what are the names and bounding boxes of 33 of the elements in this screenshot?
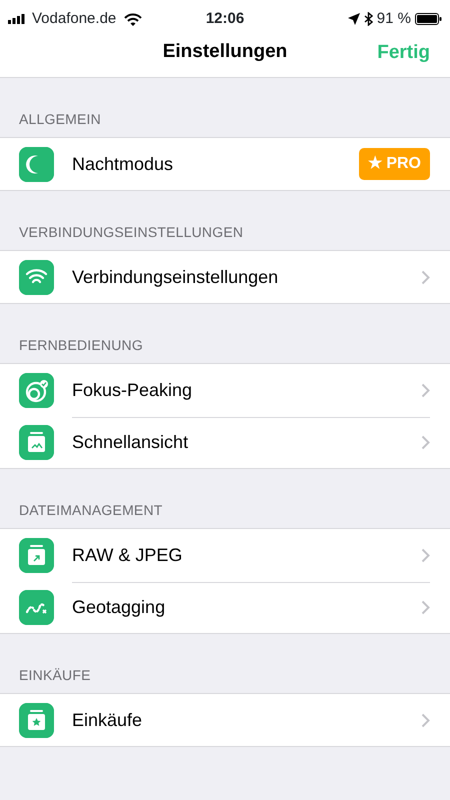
route-icon — [19, 590, 54, 624]
row-label: Nachtmodus — [72, 152, 174, 176]
section-header: FERNBEDIENUNG — [19, 336, 143, 355]
section-header: EINKÄUFE — [19, 666, 91, 685]
gallery-icon — [19, 424, 54, 460]
carrier-name: Vodafone.de — [32, 8, 116, 29]
nav-title: Einstellungen — [162, 40, 288, 64]
bluetooth-icon — [364, 12, 373, 26]
chevron-icon — [421, 270, 430, 284]
status-time: 12:06 — [206, 8, 244, 29]
section-header: VERBINDUNGSEINSTELLUNGEN — [19, 223, 244, 242]
export-icon — [19, 538, 54, 572]
wifi-icon — [19, 260, 54, 294]
section-header: ALLGEMEIN — [19, 110, 101, 129]
section-header: DATEIMANAGEMENT — [19, 501, 163, 520]
pro-badge: ★ PRO — [358, 148, 430, 180]
focus-icon — [19, 372, 54, 408]
moon-icon — [19, 146, 54, 182]
chevron-icon — [421, 435, 430, 450]
chevron-icon — [421, 712, 430, 728]
row-label: Geotagging — [72, 596, 166, 619]
chevron-icon — [421, 600, 430, 615]
location-icon — [348, 13, 360, 25]
battery-percent: 91 % — [376, 8, 411, 29]
row-label: RAW & JPEG — [72, 544, 182, 566]
row-label: Einkäufe — [72, 708, 142, 732]
row-label: Schnellansicht — [72, 431, 188, 454]
row-label: Verbindungseinstellungen — [72, 266, 278, 289]
wifi-icon — [124, 12, 142, 26]
row-label: Fokus-Peaking — [72, 378, 192, 402]
chevron-icon — [421, 382, 430, 398]
battery-icon — [415, 13, 442, 25]
chevron-icon — [421, 548, 430, 562]
